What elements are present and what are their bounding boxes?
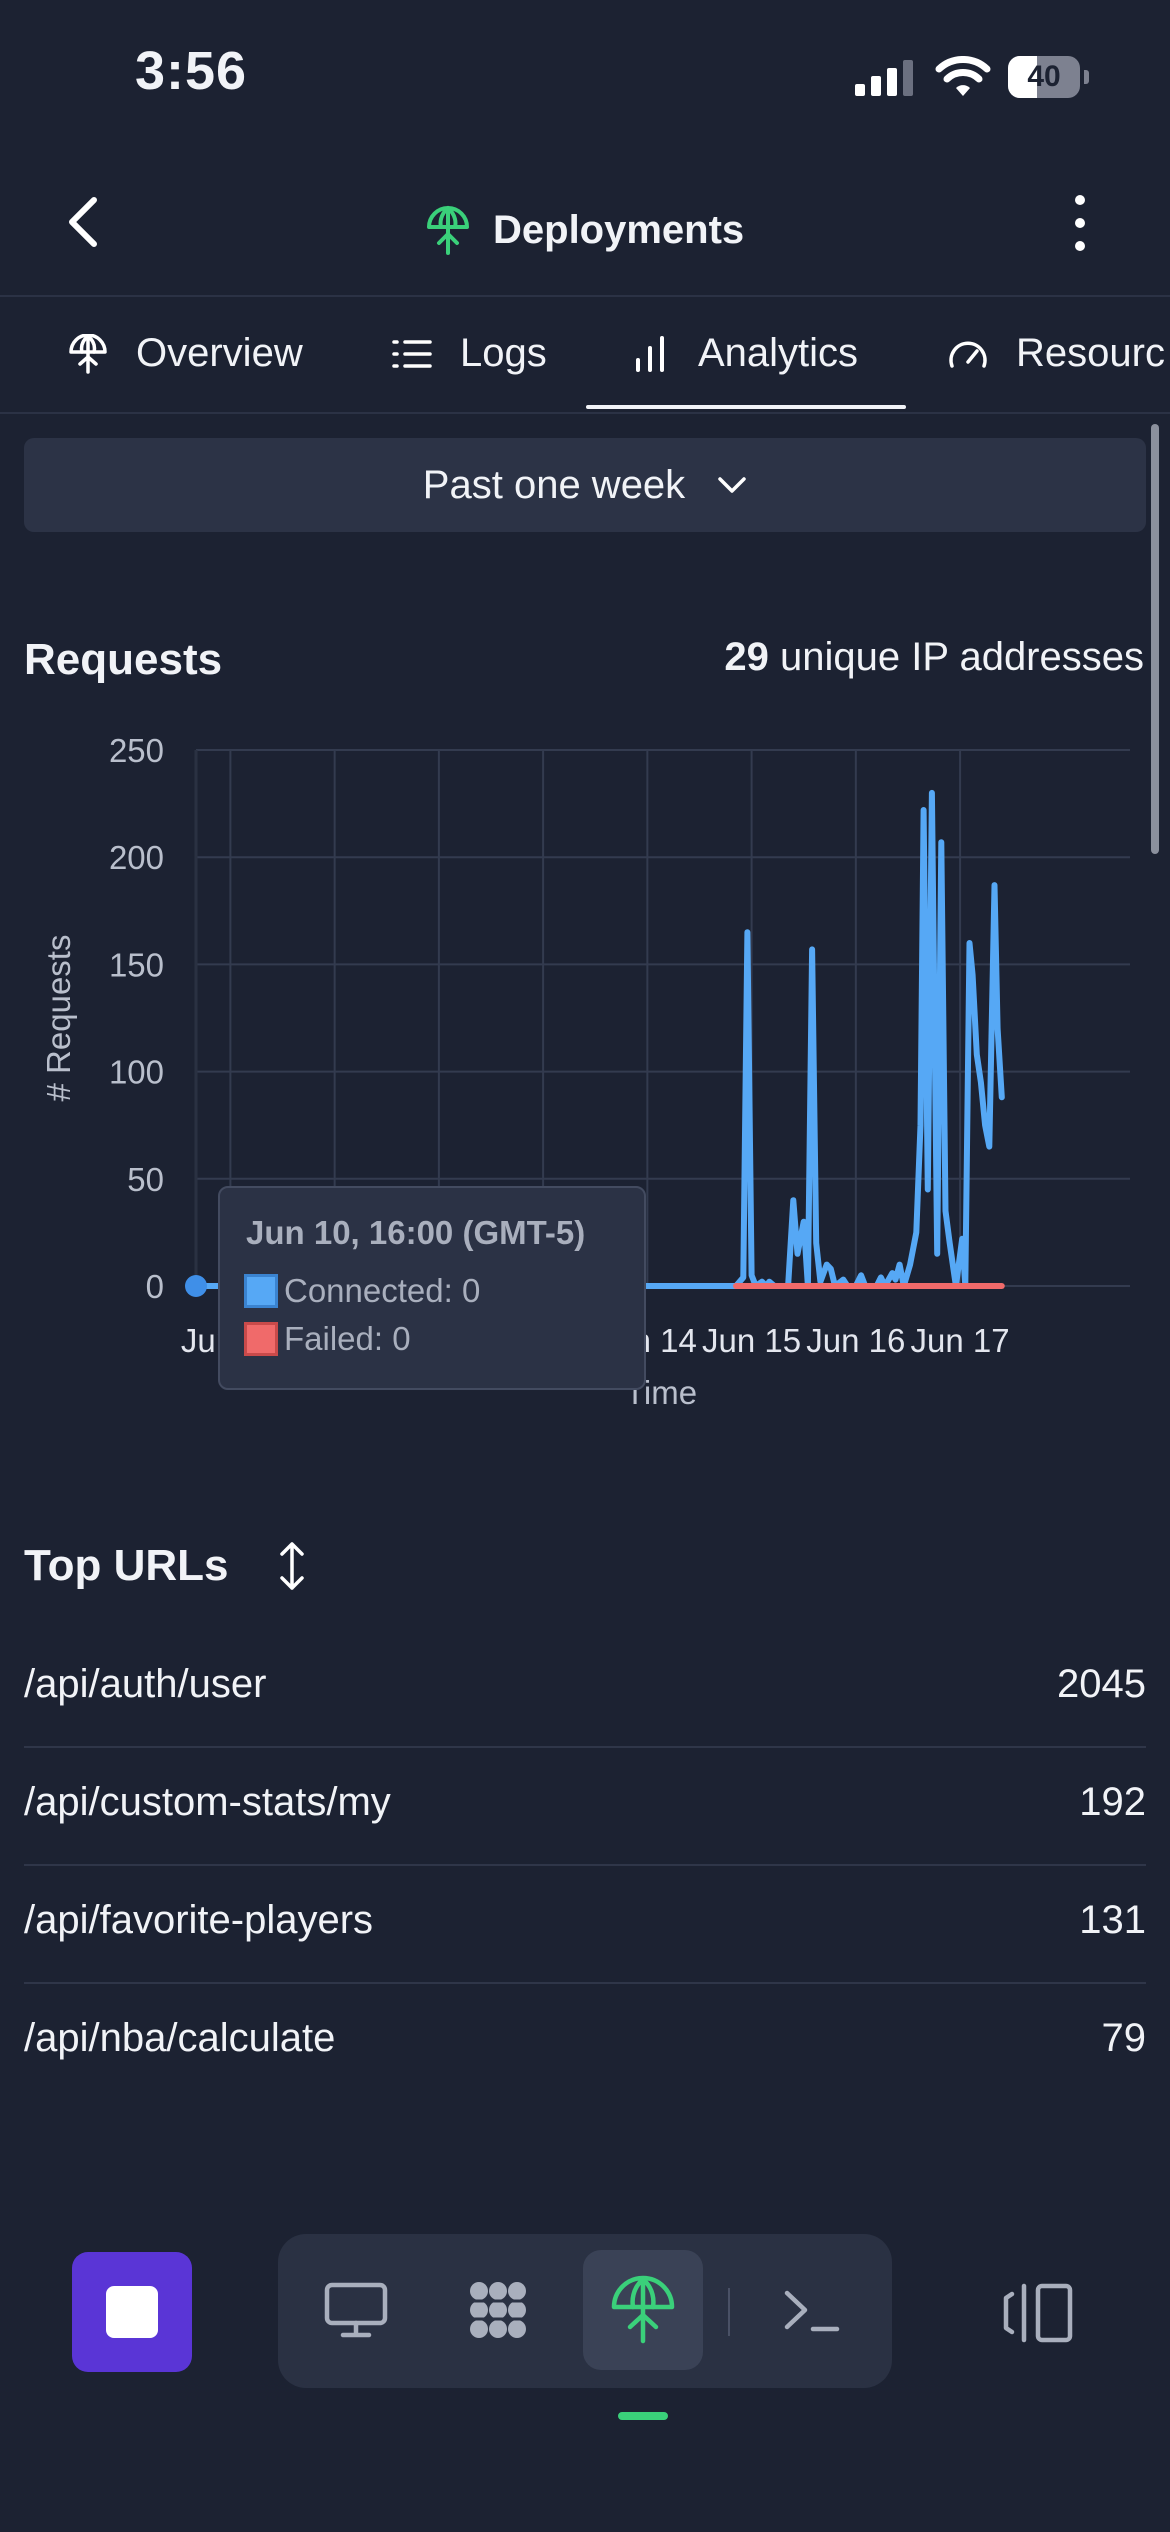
back-arrow-icon[interactable] [60,192,110,252]
url-path: /api/nba/calculate [24,2016,336,2060]
tooltip-failed-row: Failed: 0 [244,1320,411,1358]
list-icon [392,339,432,368]
tab-label: Logs [460,331,547,375]
top-urls-list: /api/auth/user 2045 /api/custom-stats/my… [24,1630,1146,2100]
deploy-icon [427,206,469,255]
chart-tooltip: Jun 10, 16:00 (GMT-5) Connected: 0 Faile… [218,1186,646,1390]
url-count: 192 [1079,1780,1146,1824]
status-bar: 3:56 40 [0,0,1170,150]
url-count: 2045 [1057,1662,1146,1706]
url-path: /api/auth/user [24,1662,267,1706]
tab-analytics[interactable]: Analytics [630,297,858,410]
url-path: /api/favorite-players [24,1898,374,1942]
list-item[interactable]: /api/nba/calculate 79 [24,1984,1146,2100]
time-period-dropdown[interactable]: Past one week [24,438,1146,532]
cellular-signal-icon [855,60,913,96]
page-title: Deployments [493,207,745,252]
gauge-icon [949,341,987,368]
y-axis-title: # Requests [40,935,77,1102]
workflow-icon [470,2282,526,2338]
bottom-dock [0,2200,1170,2532]
active-tab-indicator [586,405,906,409]
x-tick-label: Jun 16 [806,1322,905,1359]
y-tick-label: 50 [127,1161,164,1198]
tab-resources[interactable]: Resourc [948,297,1165,410]
dock-shell-button[interactable] [752,2250,872,2370]
wifi-icon [935,56,991,96]
tab-overview[interactable]: Overview [68,297,303,410]
requests-chart: 050100150200250Jun 10Jun 11Jun 12Jun 13J… [0,700,1170,1440]
battery-icon: 40 [1008,56,1089,98]
unique-ip-count: 29 [724,635,769,679]
deploy-icon [611,2275,675,2344]
y-tick-label: 200 [109,839,164,876]
deploy-icon [69,333,107,374]
tooltip-connected-label: Connected: 0 [284,1272,481,1309]
dock-workflows-button[interactable] [438,2250,558,2370]
unique-ip-label: unique IP addresses [780,635,1144,679]
dock-divider [728,2288,730,2336]
list-item[interactable]: /api/auth/user 2045 [24,1630,1146,1748]
top-urls-title: Top URLs [24,1541,229,1590]
top-urls-header: Top URLs [24,1540,307,1592]
hover-point [185,1275,207,1297]
y-tick-label: 150 [109,946,164,983]
terminal-icon [784,2290,840,2332]
tooltip-connected-swatch [244,1274,278,1308]
app-header: Deployments [0,170,1170,297]
y-tick-label: 250 [109,732,164,769]
tooltip-connected-row: Connected: 0 [244,1272,480,1310]
url-count: 79 [1101,2016,1147,2060]
bar-chart-icon [636,335,664,372]
tab-label: Resourc [1016,331,1165,375]
tooltip-failed-label: Failed: 0 [284,1320,411,1357]
dock-tray [278,2234,892,2388]
dock-webview-button[interactable] [296,2250,416,2370]
tooltip-failed-swatch [244,1322,278,1356]
unique-ip-summary: 29 unique IP addresses [724,635,1144,680]
more-options-icon[interactable] [1062,188,1098,258]
chevron-down-icon [718,477,746,493]
active-page-indicator [618,2412,668,2420]
split-pane-icon[interactable] [1000,2278,1076,2348]
monitor-icon [324,2282,388,2338]
stop-button[interactable] [72,2252,192,2372]
url-path: /api/custom-stats/my [24,1780,391,1824]
list-item[interactable]: /api/custom-stats/my 192 [24,1748,1146,1866]
tab-bar: Overview Logs Analytics Resourc [0,297,1170,414]
battery-percent: 40 [1027,60,1061,93]
y-tick-label: 100 [109,1054,164,1091]
requests-title: Requests [24,635,223,684]
x-tick-label: Jun 15 [702,1322,801,1359]
dock-deployments-button[interactable] [583,2250,703,2370]
list-item[interactable]: /api/favorite-players 131 [24,1866,1146,1984]
status-time: 3:56 [135,41,248,101]
y-tick-label: 0 [146,1268,164,1305]
url-count: 131 [1079,1898,1146,1942]
time-period-value: Past one week [422,462,686,507]
page-title-group: Deployments [425,190,744,270]
tab-label: Overview [136,331,303,375]
stop-icon [106,2286,158,2338]
sort-icon[interactable] [277,1540,307,1592]
tooltip-title: Jun 10, 16:00 (GMT-5) [246,1214,586,1251]
x-tick-label: Jun 17 [911,1322,1010,1359]
tab-logs[interactable]: Logs [392,297,547,410]
tab-label: Analytics [698,331,859,375]
